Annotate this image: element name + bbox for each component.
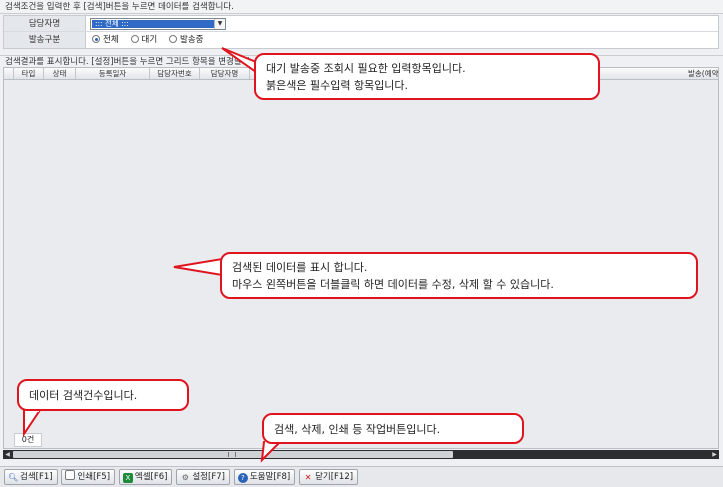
radio-checked-icon[interactable] — [92, 35, 100, 43]
send-type-row: 발송구분 전체 대기 발송중 — [4, 32, 718, 48]
send-type-label: 발송구분 — [4, 32, 86, 48]
print-button-label: 인쇄[F5] — [77, 472, 111, 482]
callout-pointer-count — [23, 408, 42, 438]
manager-select[interactable]: ::: 전체 ::: ▼ — [90, 18, 226, 30]
radio-all-label: 전체 — [103, 35, 119, 45]
callout-toolbar-help: 검색, 삭제, 인쇄 등 작업버튼입니다. — [262, 413, 524, 444]
grid-col-type[interactable]: 타입 — [14, 68, 44, 79]
chevron-down-icon[interactable]: ▼ — [214, 19, 225, 29]
close-button-label: 닫기[F12] — [315, 472, 354, 482]
grid-row-header-cell — [4, 68, 14, 79]
radio-sending-label: 발송중 — [180, 35, 204, 45]
callout-grid-help: 검색된 데이터를 표시 합니다. 마우스 왼쪽버튼을 더블클릭 하면 데이터를 … — [220, 252, 698, 299]
callout-count-help: 데이터 검색건수입니다. — [17, 379, 189, 411]
grip-icon — [228, 452, 236, 457]
search-form: 담당자명 ::: 전체 ::: ▼ 발송구분 전체 대기 발송중 — [3, 15, 719, 49]
callout-form-line1: 대기 발송중 조회시 필요한 입력항목입니다. — [266, 62, 466, 75]
settings-button-label: 설정[F7] — [192, 472, 225, 482]
search-instruction: 검색조건을 입력한 후 [검색]버튼을 누르면 데이터를 검색합니다. — [0, 0, 723, 14]
radio-sending[interactable]: 발송중 — [169, 35, 204, 46]
help-button-label: 도움말[F8] — [249, 472, 291, 482]
action-toolbar: 🔍︎ 검색[F1] 인쇄[F5] X 엑셀[F6] ⚙ 설정[F7] ? 도움말[F8]… — [0, 466, 723, 487]
radio-waiting[interactable]: 대기 — [130, 35, 158, 46]
close-icon: ✕ — [304, 473, 312, 482]
callout-form-line2: 붉은색은 필수입력 항목입니다. — [266, 79, 409, 92]
radio-unchecked-icon[interactable] — [130, 35, 139, 43]
scrollbar-thumb[interactable] — [13, 451, 453, 458]
excel-icon: X — [122, 473, 133, 483]
callout-grid-line2: 마우스 왼쪽버튼을 더블클릭 하면 데이터를 수정, 삭제 할 수 있습니다. — [232, 278, 554, 291]
scroll-right-icon[interactable]: ▶ — [710, 450, 719, 459]
search-button[interactable]: 🔍︎ 검색[F1] — [4, 469, 58, 485]
grid-col-manager-no[interactable]: 담당자번호 — [150, 68, 200, 79]
close-button[interactable]: ✕ 닫기[F12] — [299, 469, 359, 485]
printer-icon — [65, 470, 76, 480]
scroll-left-icon[interactable]: ◀ — [3, 450, 12, 459]
callout-grid-line1: 검색된 데이터를 표시 합니다. — [232, 261, 368, 274]
radio-waiting-label: 대기 — [141, 35, 158, 45]
send-type-radio-group: 전체 대기 발송중 — [92, 35, 213, 46]
gear-icon: ⚙ — [181, 473, 189, 482]
search-icon: 🔍︎ — [8, 473, 19, 482]
manager-label: 담당자명 — [4, 16, 86, 31]
search-button-label: 검색[F1] — [20, 472, 53, 482]
radio-unchecked-icon[interactable] — [169, 35, 178, 43]
grid-col-status[interactable]: 상태 — [44, 68, 76, 79]
grid-col-send[interactable]: 발송(예약 — [677, 68, 720, 79]
callout-form-help: 대기 발송중 조회시 필요한 입력항목입니다. 붉은색은 필수입력 항목입니다. — [254, 53, 600, 100]
help-icon: ? — [237, 473, 248, 483]
settings-button[interactable]: ⚙ 설정[F7] — [176, 469, 230, 485]
print-button[interactable]: 인쇄[F5] — [61, 469, 116, 485]
radio-all[interactable]: 전체 — [92, 35, 119, 46]
help-button[interactable]: ? 도움말[F8] — [233, 469, 296, 485]
horizontal-scrollbar[interactable]: ◀ ▶ — [3, 450, 719, 459]
manager-select-value: ::: 전체 ::: — [92, 20, 214, 28]
excel-button-label: 엑셀[F6] — [134, 472, 168, 482]
manager-row: 담당자명 ::: 전체 ::: ▼ — [4, 16, 718, 32]
grid-col-reg-date[interactable]: 등록일자 — [76, 68, 150, 79]
callout-pointer-grid — [173, 257, 224, 277]
excel-button[interactable]: X 엑셀[F6] — [118, 469, 173, 485]
